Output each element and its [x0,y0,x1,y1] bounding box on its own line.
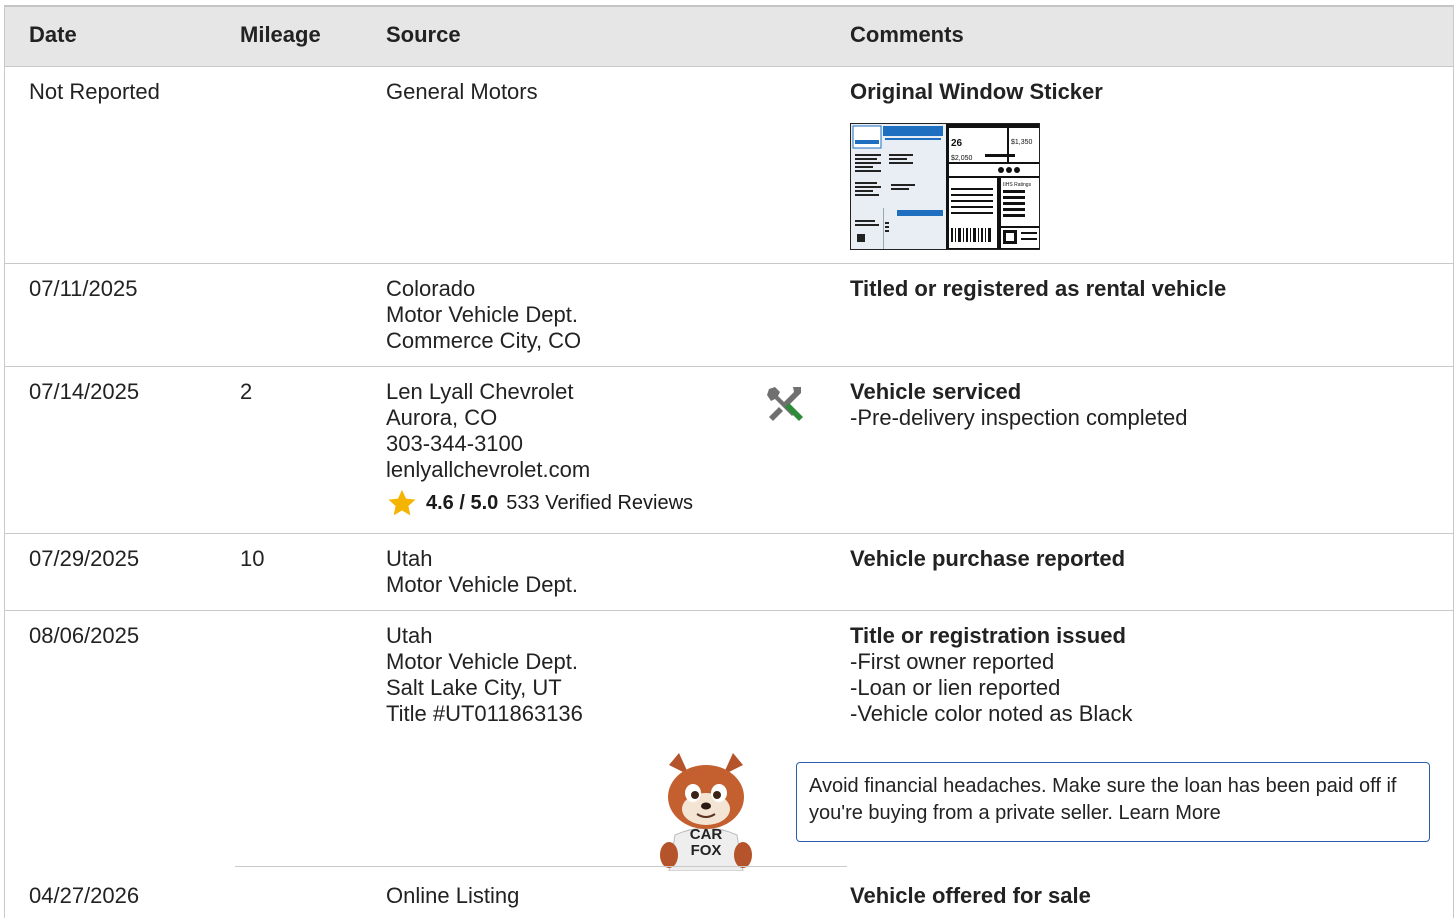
row-source: General Motors [386,79,538,104]
loan-tip-text[interactable]: Avoid financial headaches. Make sure the… [809,775,1396,824]
header-source: Source [386,22,461,47]
mascot-text-fox: FOX [691,842,722,859]
row-comment-title: Original Window Sticker [850,79,1103,104]
carfox-mascot-icon: CAR FOX [660,753,752,871]
table-row: 08/06/2025 Utah Motor Vehicle Dept. Salt… [5,611,1453,871]
sticker-mpg: 26 [951,138,963,149]
header-mileage: Mileage [240,22,321,47]
row-mileage: 10 [240,546,265,571]
table-row: Not Reported General Motors Original Win… [5,67,1453,264]
row-source: Utah Motor Vehicle Dept. [386,546,578,597]
sticker-save: $1,350 [1011,139,1033,146]
dealer-rating[interactable]: 4.6 / 5.0 533 Verified Reviews [386,488,693,518]
row-comment-title: Vehicle purchase reported [850,546,1126,571]
rating-reviews[interactable]: 533 Verified Reviews [506,492,693,515]
row-date: 04/27/2026 [29,883,140,908]
mascot-text-car: CAR [690,826,723,843]
dealer-phone-link[interactable]: 303-344-3100 [386,431,590,457]
row-date: 08/06/2025 [29,623,140,648]
table-row: 04/27/2026 Online Listing Vehicle offere… [5,871,1453,918]
row-comment-title: Vehicle offered for sale [850,883,1091,908]
row-comments: Title or registration issued -First owne… [850,623,1133,726]
row-date: 07/14/2025 [29,379,140,404]
sticker-ratings-label: IIHS Ratings [1003,182,1032,188]
row-source: Len Lyall Chevrolet Aurora, CO 303-344-3… [386,379,591,483]
table-row: 07/14/2025 2 Len Lyall Chevrolet Aurora,… [5,367,1453,534]
table-row: 07/11/2025 Colorado Motor Vehicle Dept. … [5,264,1453,367]
rating-score: 4.6 / 5.0 [426,491,499,514]
service-tools-icon [767,387,803,421]
row-divider [235,866,847,867]
row-comments: Vehicle serviced -Pre-delivery inspectio… [850,379,1188,430]
row-date: Not Reported [29,79,160,104]
row-source: Utah Motor Vehicle Dept. Salt Lake City,… [386,623,583,726]
row-date: 07/29/2025 [29,546,140,571]
row-mileage: 2 [240,379,253,404]
dealer-name-link[interactable]: Len Lyall Chevrolet [386,379,590,405]
star-icon [388,489,416,516]
vehicle-history-table: Date Mileage Source Comments Not Reporte… [4,5,1454,918]
sticker-cost: $2,050 [951,155,973,162]
table-header: Date Mileage Source Comments [5,5,1453,67]
table-row: 07/29/2025 10 Utah Motor Vehicle Dept. V… [5,534,1453,611]
header-date: Date [29,22,77,47]
row-source: Online Listing [386,883,520,908]
row-source: Colorado Motor Vehicle Dept. Commerce Ci… [386,276,582,353]
loan-tip-callout[interactable]: Avoid financial headaches. Make sure the… [796,762,1430,842]
window-sticker-thumbnail[interactable]: 26 $2,050 $1,350 IIHS Ratings [850,123,1040,250]
dealer-website-link[interactable]: lenlyallchevrolet.com [386,457,590,483]
row-date: 07/11/2025 [29,276,138,301]
header-comments: Comments [850,22,964,47]
row-comment-title: Titled or registered as rental vehicle [850,276,1227,301]
